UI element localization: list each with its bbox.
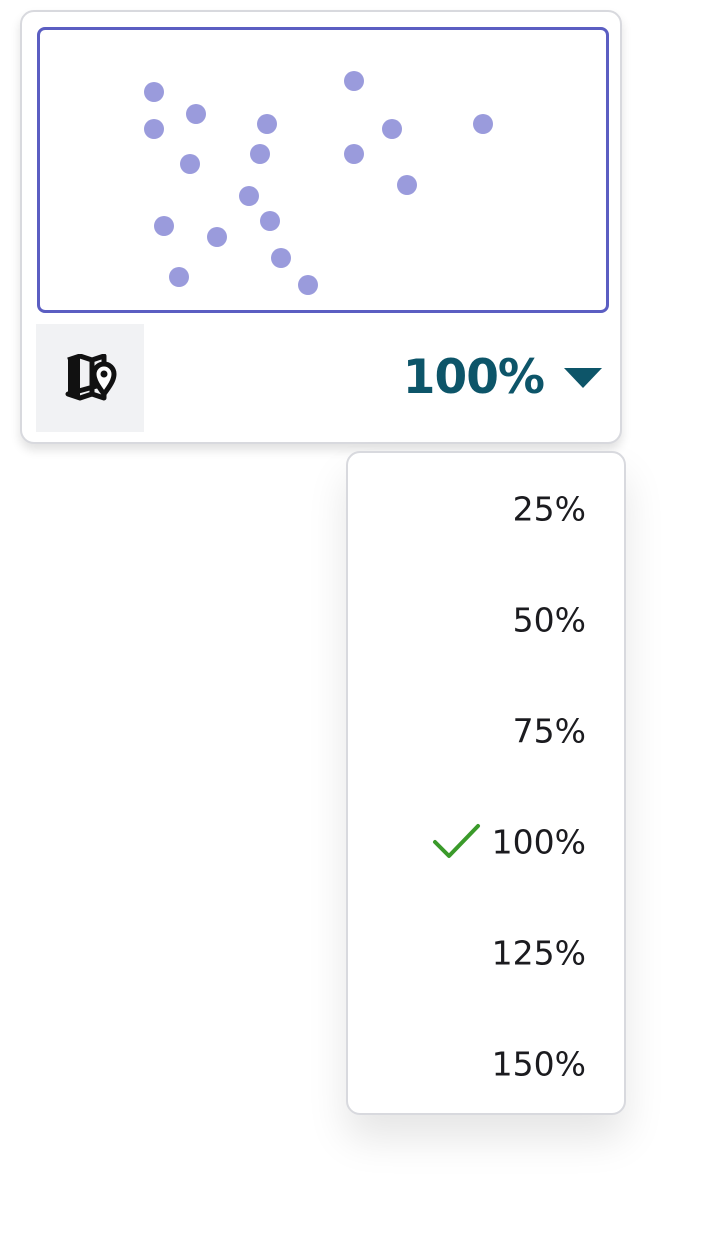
zoom-option-label: 25% xyxy=(512,489,586,529)
caret-down-icon xyxy=(564,368,602,388)
minimap-dot xyxy=(382,119,402,139)
zoom-option-label: 50% xyxy=(512,600,586,640)
check-icon xyxy=(433,824,480,858)
minimap-dot xyxy=(169,267,189,287)
zoom-option-100[interactable]: 100% xyxy=(348,797,624,887)
zoom-option-label: 100% xyxy=(491,822,586,862)
minimap-dot xyxy=(257,114,277,134)
zoom-option-125[interactable]: 125% xyxy=(348,908,624,998)
minimap-canvas xyxy=(144,71,493,295)
minimap-dot xyxy=(344,71,364,91)
map-toggle-button[interactable] xyxy=(36,324,144,432)
minimap-dot xyxy=(180,154,200,174)
minimap-dot xyxy=(154,216,174,236)
minimap-dot xyxy=(250,144,270,164)
zoom-menu: 25% 50% 75% 100% 125% 150% xyxy=(346,451,626,1115)
zoom-option-150[interactable]: 150% xyxy=(348,1019,624,1109)
minimap-dot xyxy=(144,82,164,102)
zoom-option-25[interactable]: 25% xyxy=(348,464,624,554)
minimap-dot xyxy=(344,144,364,164)
minimap-dot xyxy=(397,175,417,195)
zoom-option-label: 75% xyxy=(512,711,586,751)
minimap-dot xyxy=(239,186,259,206)
zoom-option-label: 125% xyxy=(491,933,586,973)
minimap-dot xyxy=(260,211,280,231)
minimap-dot xyxy=(186,104,206,124)
minimap-dot xyxy=(144,119,164,139)
minimap-panel: 100% xyxy=(20,10,622,444)
zoom-option-label: 150% xyxy=(491,1044,586,1084)
minimap-dot xyxy=(298,275,318,295)
minimap-dot xyxy=(271,248,291,268)
minimap-dot xyxy=(473,114,493,134)
zoom-option-50[interactable]: 50% xyxy=(348,575,624,665)
minimap-dot xyxy=(207,227,227,247)
map-pin-icon xyxy=(65,354,117,401)
minimap-viewport[interactable] xyxy=(37,27,609,313)
zoom-option-75[interactable]: 75% xyxy=(348,686,624,776)
zoom-current-value: 100% xyxy=(402,350,545,405)
zoom-dropdown[interactable]: 100% xyxy=(403,348,602,408)
